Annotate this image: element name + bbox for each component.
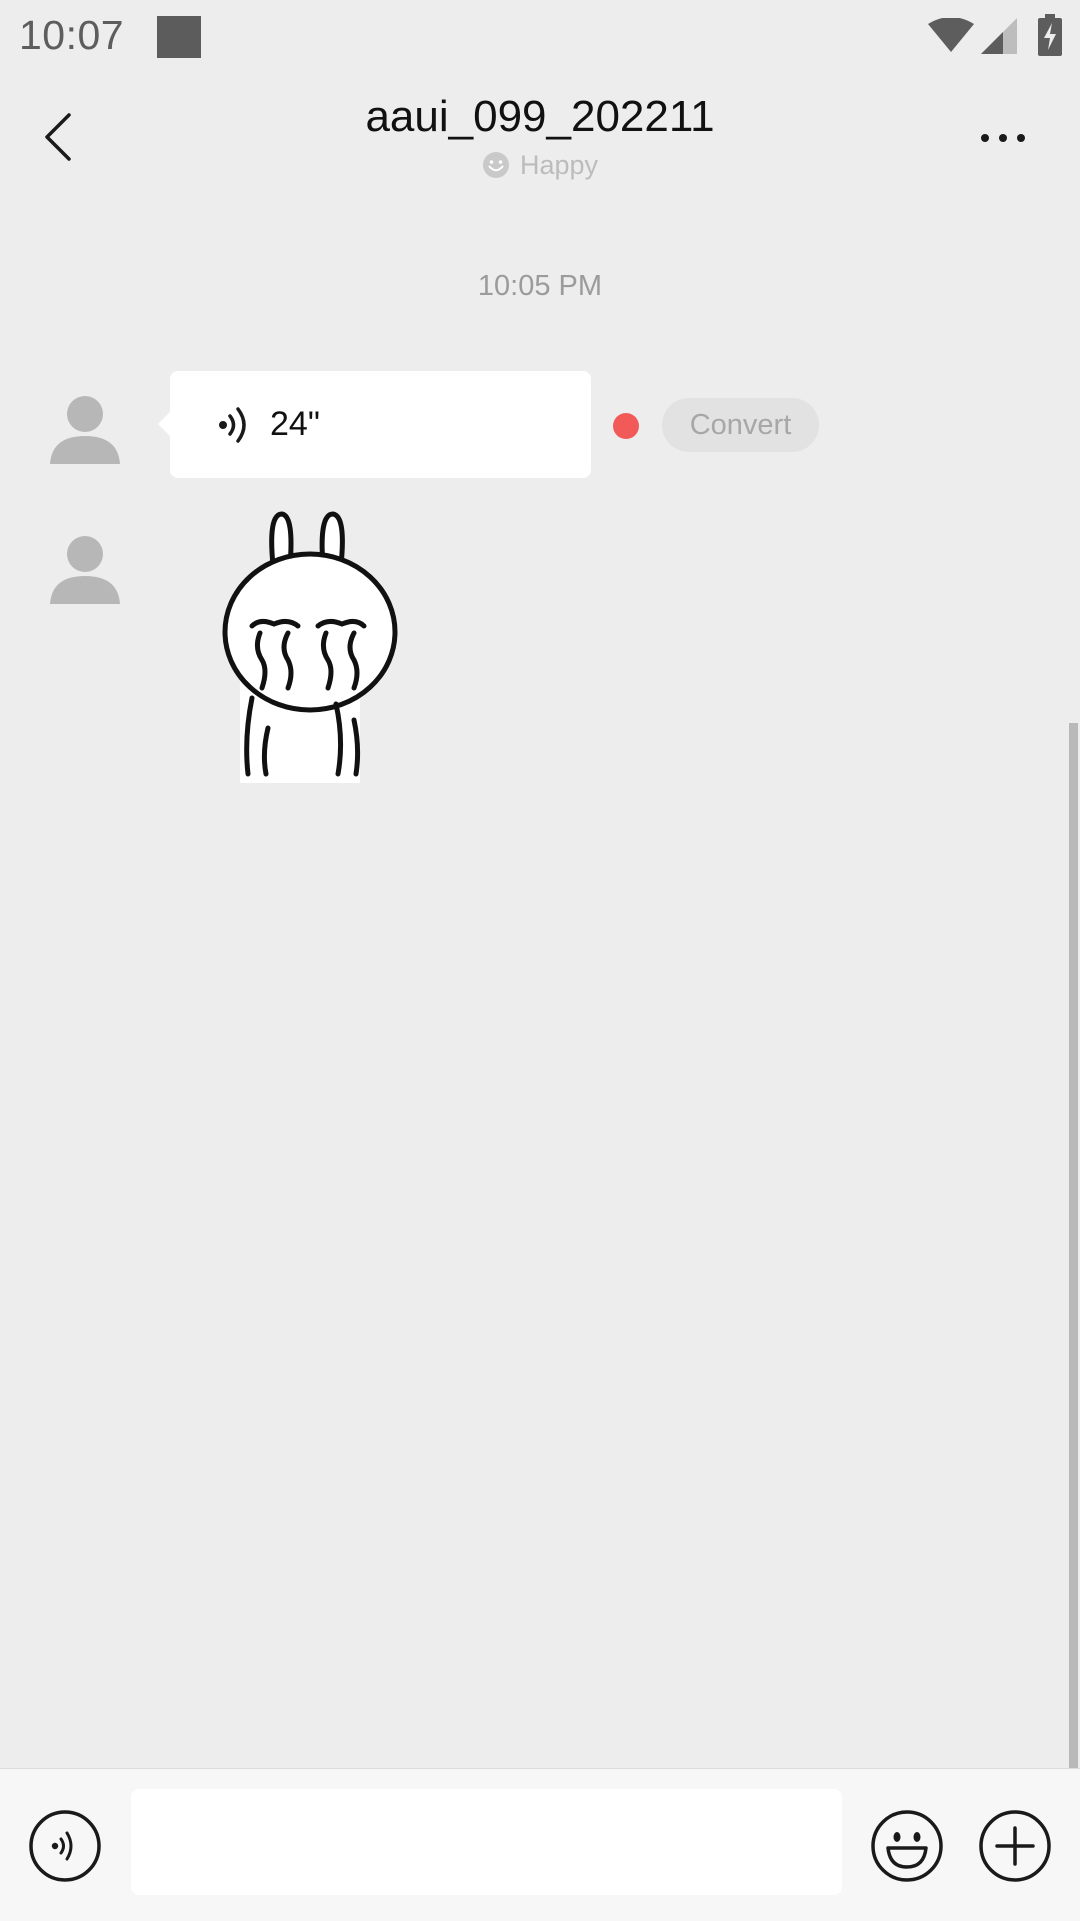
voice-input-button[interactable] [28,1809,102,1883]
crying-rabbit-sticker[interactable] [210,508,410,784]
more-options-button[interactable] [970,118,1036,158]
notification-square-icon [157,16,201,58]
status-bar: 10:07 [0,0,1080,78]
scrollbar[interactable] [1069,723,1078,1768]
input-bar [0,1768,1080,1921]
voice-duration: 24" [270,405,320,443]
more-horizontal-icon [981,134,989,142]
chat-title: aaui_099_202211 [365,92,715,141]
convert-button[interactable]: Convert [662,398,819,452]
cell-signal-icon [981,18,1017,54]
status-time: 10:07 [19,12,125,58]
unread-dot [613,413,639,439]
voice-wave-icon [219,407,246,443]
avatar[interactable] [48,392,122,466]
wifi-icon [928,18,974,52]
avatar[interactable] [48,532,122,606]
voice-message-bubble[interactable]: 24" [158,371,591,478]
happy-status-icon [482,152,509,178]
chat-status: Happy [0,150,1080,181]
message-input[interactable] [131,1789,842,1895]
plus-circle-button[interactable] [978,1809,1052,1883]
emoji-button[interactable] [870,1809,944,1883]
chat-header: aaui_099_202211 Happy [0,78,1080,208]
message-timestamp: 10:05 PM [477,270,603,302]
battery-charging-icon [1038,14,1062,56]
chat-status-text: Happy [519,150,599,180]
